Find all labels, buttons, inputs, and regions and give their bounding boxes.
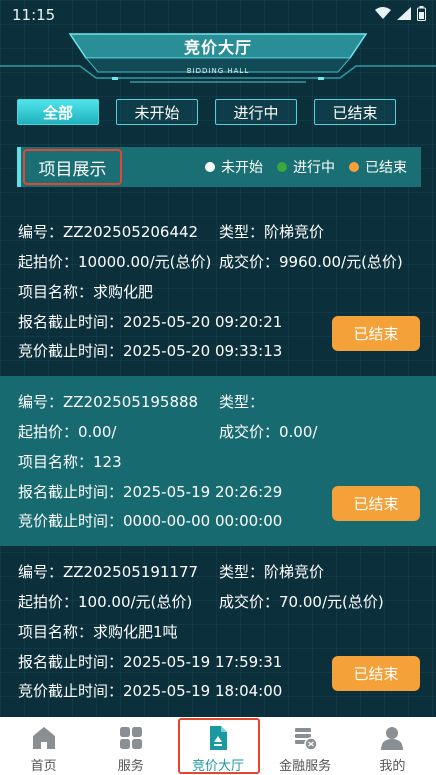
card-start-price: 起拍价：100.00/元(总价) bbox=[18, 593, 193, 611]
home-icon bbox=[32, 727, 55, 749]
card-code: 编号：ZZ202505191177 bbox=[18, 563, 199, 581]
nav-label: 服务 bbox=[117, 759, 144, 774]
legend-dot-green bbox=[277, 162, 287, 172]
bidding-card[interactable]: 编号：ZZ202505195888 类型： 起拍价：0.00/ 成交价：0.00… bbox=[0, 376, 436, 546]
legend-label: 已结束 bbox=[365, 160, 407, 176]
tab-not-started[interactable]: 未开始 bbox=[116, 99, 198, 125]
nav-finance[interactable]: 金融服务 bbox=[262, 717, 349, 775]
card-deal-price: 成交价：70.00/元(总价) bbox=[219, 593, 384, 611]
tab-ended[interactable]: 已结束 bbox=[314, 99, 396, 125]
bidding-icon bbox=[209, 726, 227, 750]
card-type: 类型： bbox=[219, 393, 265, 411]
battery-icon bbox=[417, 6, 426, 21]
bidding-card[interactable]: 编号：ZZ202505191177 类型：阶梯竞价 起拍价：100.00/元(总… bbox=[0, 546, 436, 716]
status-badge-ended[interactable]: 已结束 bbox=[332, 656, 420, 691]
card-project-name: 项目名称：123 bbox=[18, 453, 122, 471]
status-legend: 未开始 进行中 已结束 bbox=[205, 147, 407, 187]
status-time: 11:15 bbox=[12, 6, 56, 24]
filter-tabs: 全部 未开始 进行中 已结束 bbox=[17, 99, 396, 125]
grid-icon bbox=[119, 727, 142, 749]
card-code: 编号：ZZ202505195888 bbox=[18, 393, 199, 411]
nav-label: 金融服务 bbox=[279, 759, 332, 774]
nav-home[interactable]: 首页 bbox=[0, 717, 87, 775]
nav-label: 首页 bbox=[30, 759, 57, 774]
legend-dot-white bbox=[205, 162, 215, 172]
page-title: 竞价大厅 bbox=[183, 38, 252, 57]
card-bid-deadline: 竞价截止时间：2025-05-20 09:33:13 bbox=[18, 342, 283, 360]
status-badge-ended[interactable]: 已结束 bbox=[332, 316, 420, 351]
card-bid-deadline: 竞价截止时间：2025-05-19 18:04:00 bbox=[18, 682, 283, 700]
card-code: 编号：ZZ202505206442 bbox=[18, 223, 199, 241]
page-subtitle: BIDDING HALL bbox=[186, 67, 250, 75]
legend-not-started: 未开始 bbox=[205, 157, 263, 177]
signal-icon bbox=[397, 7, 411, 20]
card-start-price: 起拍价：0.00/ bbox=[18, 423, 117, 441]
card-project-name: 项目名称：求购化肥 bbox=[18, 283, 154, 301]
status-icons bbox=[375, 6, 426, 21]
status-badge-ended[interactable]: 已结束 bbox=[332, 486, 420, 521]
section-accent-bar bbox=[17, 147, 21, 187]
tab-in-progress[interactable]: 进行中 bbox=[215, 99, 297, 125]
card-start-price: 起拍价：10000.00/元(总价) bbox=[18, 253, 212, 271]
page-header: 竞价大厅 BIDDING HALL bbox=[0, 28, 436, 90]
card-bid-deadline: 竞价截止时间：0000-00-00 00:00:00 bbox=[18, 512, 283, 530]
nav-label: 我的 bbox=[379, 759, 406, 774]
card-deal-price: 成交价：0.00/ bbox=[219, 423, 318, 441]
legend-dot-orange bbox=[349, 162, 359, 172]
section-title: 项目展示 bbox=[23, 149, 122, 185]
legend-in-progress: 进行中 bbox=[277, 157, 335, 177]
bottom-nav: 首页 服务 竞价大厅 金融服务 我的 bbox=[0, 717, 436, 775]
bidding-hall-screen: 11:15 竞价大厅 BIDDING HALL 全部 未开始 进行中 已结束 项… bbox=[0, 0, 436, 775]
legend-label: 进行中 bbox=[293, 160, 335, 176]
card-deal-price: 成交价：9960.00/元(总价) bbox=[219, 253, 403, 271]
card-signup-deadline: 报名截止时间：2025-05-19 20:26:29 bbox=[18, 483, 283, 501]
status-bar: 11:15 bbox=[0, 0, 436, 30]
card-signup-deadline: 报名截止时间：2025-05-19 17:59:31 bbox=[18, 653, 283, 671]
bidding-card[interactable]: 编号：ZZ202505206442 类型：阶梯竞价 起拍价：10000.00/元… bbox=[0, 206, 436, 376]
legend-label: 未开始 bbox=[221, 160, 263, 176]
card-type: 类型：阶梯竞价 bbox=[219, 563, 325, 581]
section-header: 项目展示 未开始 进行中 已结束 bbox=[17, 147, 421, 187]
nav-label: 竞价大厅 bbox=[191, 759, 244, 774]
nav-bidding-hall[interactable]: 竞价大厅 bbox=[174, 717, 261, 775]
card-type: 类型：阶梯竞价 bbox=[219, 223, 325, 241]
wifi-icon bbox=[375, 7, 391, 20]
card-signup-deadline: 报名截止时间：2025-05-20 09:20:21 bbox=[18, 313, 283, 331]
card-project-name: 项目名称：求购化肥1吨 bbox=[18, 623, 178, 641]
tab-all[interactable]: 全部 bbox=[17, 99, 99, 125]
nav-profile[interactable]: 我的 bbox=[349, 717, 436, 775]
finance-icon bbox=[295, 728, 318, 751]
nav-services[interactable]: 服务 bbox=[87, 717, 174, 775]
legend-ended: 已结束 bbox=[349, 157, 407, 177]
user-icon bbox=[381, 727, 404, 750]
